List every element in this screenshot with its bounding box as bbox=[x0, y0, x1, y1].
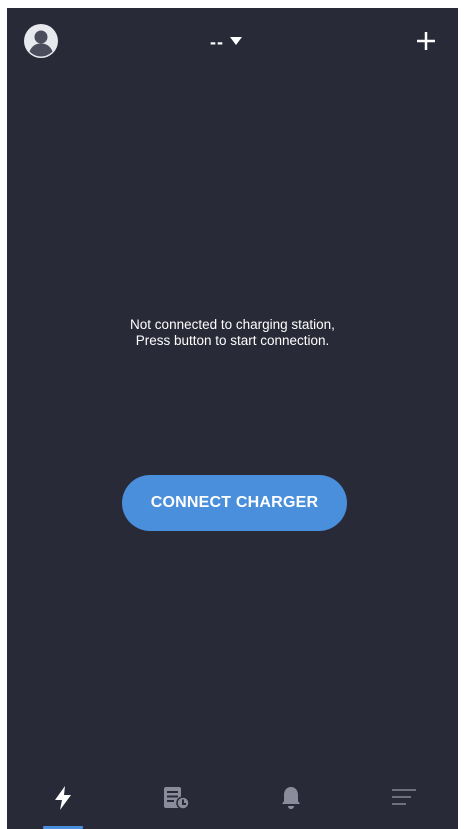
menu-lines-icon bbox=[392, 789, 416, 805]
add-charger-button[interactable] bbox=[412, 27, 440, 55]
status-message-line-2: Press button to start connection. bbox=[135, 333, 330, 348]
device-selector-dropdown[interactable]: -- bbox=[210, 30, 242, 54]
nav-item-notifications[interactable] bbox=[251, 771, 331, 829]
account-avatar-button[interactable] bbox=[23, 23, 59, 59]
plus-icon bbox=[417, 32, 435, 50]
lightning-bolt-icon bbox=[55, 786, 71, 810]
connect-charger-button[interactable]: CONNECT CHARGER bbox=[122, 475, 347, 531]
caret-down-icon bbox=[230, 37, 242, 45]
app-screen: -- Not connected to charging station, Pr… bbox=[7, 8, 458, 829]
connection-status-message: Not connected to charging station, Press… bbox=[7, 317, 458, 349]
bell-icon bbox=[282, 787, 300, 809]
nav-item-charging[interactable] bbox=[23, 771, 103, 829]
bottom-navigation-bar bbox=[7, 771, 458, 829]
nav-item-records[interactable] bbox=[137, 771, 217, 829]
status-message-line-1: Not connected to charging station, bbox=[130, 317, 335, 332]
device-selector-value: -- bbox=[210, 31, 224, 52]
receipt-list-icon bbox=[164, 787, 190, 810]
nav-item-menu[interactable] bbox=[364, 771, 444, 829]
account-circle-icon bbox=[24, 24, 58, 58]
